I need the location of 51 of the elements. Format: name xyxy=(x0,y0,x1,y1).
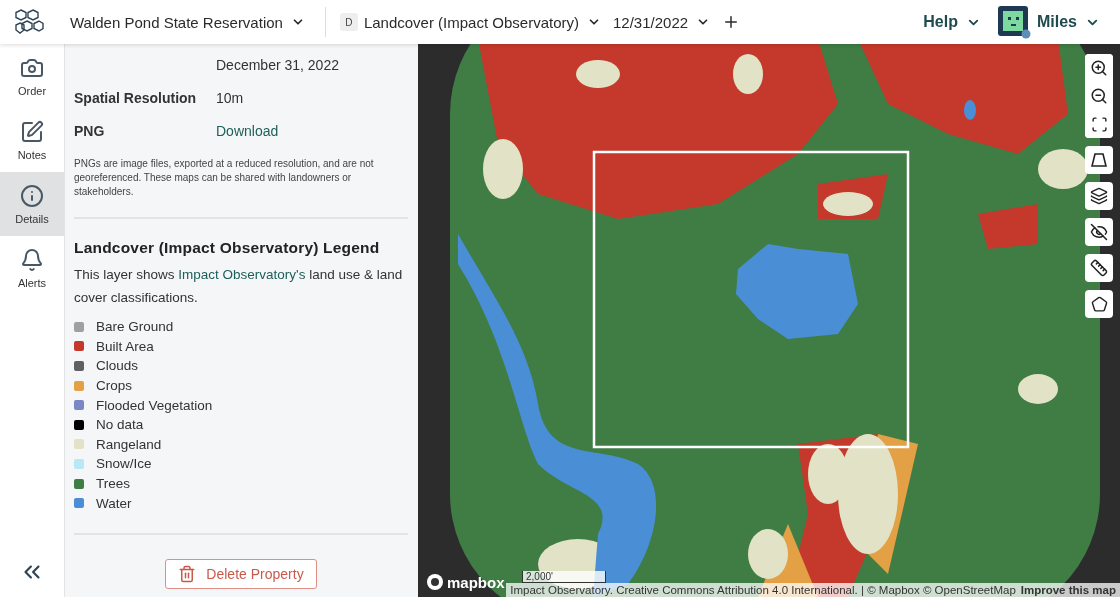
layer-dropdown[interactable]: Landcover (Impact Observatory) xyxy=(357,9,607,35)
pencil-square-icon xyxy=(20,119,44,144)
trapezoid-icon xyxy=(1091,153,1107,167)
layers-icon xyxy=(1090,187,1108,205)
legend-label: Built Area xyxy=(96,338,154,354)
map-attribution: Impact Observatory. Creative Commons Attribution 4.0 International. | © Mapbox © OpenStreetMap xyxy=(510,584,1016,596)
detail-value: 10m xyxy=(216,89,245,106)
detail-label: Spatial Resolution xyxy=(74,89,198,106)
eye-off-icon xyxy=(1090,223,1108,241)
png-note: PNGs are image files, exported at a reduced resolution, and are not georeferenced. These maps can be shared with landowners or stakeholders. xyxy=(74,157,375,199)
legend-label: Rangeland xyxy=(96,436,162,452)
trash-icon xyxy=(178,565,197,583)
zoom-in-icon xyxy=(1090,59,1108,77)
sidebar-tab[interactable]: Details xyxy=(0,172,64,236)
legend-label: Clouds xyxy=(96,358,139,374)
layers-button[interactable] xyxy=(1085,182,1113,210)
detail-value: December 31, 2022 xyxy=(216,56,340,73)
avatar-icon[interactable] xyxy=(997,5,1031,39)
property-dropdown[interactable]: Walden Pond State Reservation xyxy=(64,9,311,35)
measure-button[interactable] xyxy=(1085,254,1113,282)
legend-label: Bare Ground xyxy=(96,319,174,335)
delete-property-button[interactable]: Delete Property xyxy=(165,559,317,589)
legend-label: Trees xyxy=(96,476,130,492)
improve-map-link[interactable]: Improve this map xyxy=(1020,584,1116,596)
legend-label: Crops xyxy=(96,378,132,394)
legend-title: Landcover (Impact Observatory) Legend xyxy=(74,239,381,257)
mapbox-mark-icon xyxy=(426,573,444,591)
mapbox-logo[interactable]: mapbox xyxy=(426,573,505,591)
help-dropdown[interactable]: Help xyxy=(917,9,987,35)
zoom-out-icon xyxy=(1090,87,1108,105)
ruler-icon xyxy=(1090,259,1108,277)
impact-observatory-link[interactable]: Impact Observatory's xyxy=(178,267,306,282)
legend-label: Flooded Vegetation xyxy=(96,397,213,413)
hexagon-logo-icon[interactable] xyxy=(14,9,44,35)
perspective-button[interactable] xyxy=(1085,146,1113,174)
hide-button[interactable] xyxy=(1085,218,1113,246)
layer-badge: D xyxy=(339,13,358,31)
download-link[interactable]: Download xyxy=(216,122,408,139)
bell-icon xyxy=(20,247,44,272)
info-icon xyxy=(20,183,44,208)
user-menu[interactable]: Miles xyxy=(1031,9,1106,35)
legend-label: Water xyxy=(96,495,132,511)
draw-polygon-button[interactable] xyxy=(1085,290,1113,318)
date-dropdown[interactable]: 12/31/2022 xyxy=(607,9,717,35)
detail-label: PNG xyxy=(74,122,106,139)
pentagon-icon xyxy=(1090,295,1108,313)
legend-label: Snow/Ice xyxy=(96,456,152,472)
legend-label: No data xyxy=(96,417,144,433)
scale-bar: 2,000' xyxy=(522,571,606,583)
legend-intro: This layer shows Impact Observatory's land use & land cover classifications. xyxy=(74,266,404,307)
focus-frame-icon xyxy=(1090,115,1108,133)
